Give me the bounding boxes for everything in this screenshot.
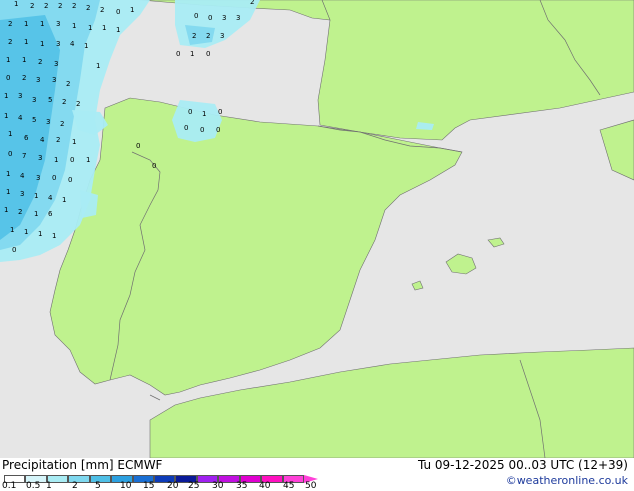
precip-value: 1 <box>62 196 66 204</box>
precip-value: 5 <box>48 96 52 104</box>
precip-value: 2 <box>18 208 22 216</box>
precip-value: 2 <box>192 32 196 40</box>
precipitation-map: 1222222012113111121134111231023321335221… <box>0 0 634 459</box>
precip-value: 2 <box>8 20 12 28</box>
precip-value: 2 <box>72 2 76 10</box>
precip-value: 1 <box>6 188 10 196</box>
precip-value: 6 <box>24 134 29 142</box>
precip-value: 1 <box>34 210 38 218</box>
precip-value: 2 <box>56 136 60 144</box>
precip-value: 1 <box>202 110 206 118</box>
precip-value: 7 <box>22 152 26 160</box>
precip-value: 3 <box>46 118 50 126</box>
precip-value: 0 <box>176 50 180 58</box>
precip-value: 0 <box>200 126 204 134</box>
map-footer: Precipitation [mm] ECMWF Tu 09-12-2025 0… <box>0 458 634 491</box>
precip-value: 3 <box>236 14 240 22</box>
precip-value: 0 <box>208 14 212 22</box>
precip-value: 1 <box>40 40 44 48</box>
precip-value: 2 <box>38 58 42 66</box>
precip-value: 1 <box>86 156 90 164</box>
precip-value: 0 <box>70 156 74 164</box>
precip-value: 1 <box>40 20 44 28</box>
precip-value: 1 <box>116 26 120 34</box>
precip-value: 1 <box>4 206 8 214</box>
precip-value: 3 <box>54 60 58 68</box>
precip-value: 4 <box>18 114 23 122</box>
precip-value: 3 <box>220 32 224 40</box>
precip-value: 2 <box>60 120 64 128</box>
precip-value: 0 <box>8 150 12 158</box>
precip-value: 4 <box>70 40 75 48</box>
precip-value: 2 <box>62 98 66 106</box>
precip-value: 1 <box>8 130 12 138</box>
precip-value: 1 <box>10 226 14 234</box>
precip-value: 2 <box>8 38 12 46</box>
precip-value: 2 <box>100 6 104 14</box>
precip-value: 0 <box>216 126 220 134</box>
precip-value: 1 <box>54 156 58 164</box>
precip-value: 0 <box>116 8 120 16</box>
precip-value: 1 <box>130 6 134 14</box>
precip-value: 4 <box>48 194 53 202</box>
precip-value: 1 <box>84 42 88 50</box>
precip-value: 5 <box>32 116 36 124</box>
precip-value: 3 <box>32 96 36 104</box>
precip-value: 0 <box>136 142 140 150</box>
precip-value: 1 <box>22 56 26 64</box>
precip-value: 1 <box>6 170 10 178</box>
precip-value: 3 <box>20 190 24 198</box>
precip-value: 2 <box>86 4 90 12</box>
precip-value: 1 <box>88 24 92 32</box>
precip-value: 4 <box>40 136 45 144</box>
precip-value: 1 <box>72 138 76 146</box>
precip-value: 2 <box>66 80 70 88</box>
precip-value: 1 <box>38 230 42 238</box>
precip-value: 2 <box>250 0 254 6</box>
precip-value: 0 <box>6 74 10 82</box>
map-title: Precipitation [mm] ECMWF <box>2 458 163 472</box>
credit-link[interactable]: ©weatheronline.co.uk <box>506 474 628 487</box>
precip-value: 0 <box>206 50 210 58</box>
map-canvas: 1 2 2 2 2 2 2 0 12 1 1 3 1 1 1 12 1 1 3 4 11 1 2 3 10 2 3 3 21 3 3 5 2 21… <box>0 0 634 459</box>
precip-value: 1 <box>72 22 76 30</box>
precip-value: 2 <box>44 2 48 10</box>
precip-value: 2 <box>76 100 80 108</box>
precip-value: 1 <box>102 24 106 32</box>
precip-value: 1 <box>4 112 8 120</box>
precip-value: 3 <box>36 174 40 182</box>
precip-value: 6 <box>48 210 53 218</box>
precip-value: 1 <box>190 50 194 58</box>
precip-value: 2 <box>58 2 62 10</box>
precip-value: 3 <box>56 20 60 28</box>
precip-value: 2 <box>22 74 26 82</box>
precip-value: 0 <box>194 12 198 20</box>
precip-value: 2 <box>30 2 34 10</box>
precip-value: 1 <box>4 92 8 100</box>
precip-value: 1 <box>34 192 38 200</box>
precip-value: 3 <box>56 40 60 48</box>
precip-value: 0 <box>52 174 56 182</box>
precip-value: 0 <box>12 246 16 254</box>
precip-value: 0 <box>68 176 72 184</box>
precip-value: 0 <box>218 108 222 116</box>
precip-value: 3 <box>36 76 40 84</box>
precip-value: 1 <box>24 38 28 46</box>
forecast-datetime: Tu 09-12-2025 00..03 UTC (12+39) <box>417 458 628 472</box>
precip-value: 1 <box>24 20 28 28</box>
precip-value: 0 <box>184 124 188 132</box>
precip-value: 2 <box>206 32 210 40</box>
precip-value: 3 <box>18 92 22 100</box>
precip-value: 1 <box>52 232 56 240</box>
precip-value: 1 <box>6 56 10 64</box>
precip-value: 1 <box>96 62 100 70</box>
precip-value: 3 <box>222 14 226 22</box>
precip-value: 4 <box>20 172 25 180</box>
precip-value: 3 <box>38 154 42 162</box>
precip-value: 3 <box>52 76 56 84</box>
precip-value: 1 <box>14 0 18 8</box>
precip-value: 0 <box>152 162 156 170</box>
precip-value: 1 <box>24 228 28 236</box>
precip-value: 0 <box>188 108 192 116</box>
